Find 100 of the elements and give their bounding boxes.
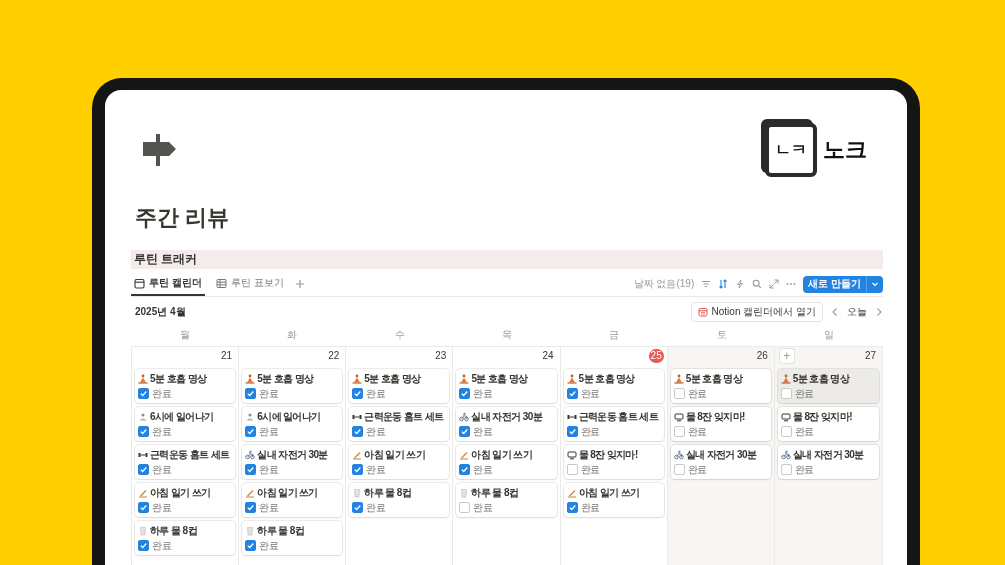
add-view-icon[interactable]: [294, 279, 305, 289]
checkbox[interactable]: [352, 502, 364, 513]
done-label: 완료: [580, 501, 600, 514]
event-card[interactable]: 물 8잔 잊지마! 완료: [563, 445, 664, 479]
done-label: 완료: [152, 425, 171, 438]
event-title: 하루 물 8컵: [150, 524, 197, 537]
checkbox[interactable]: [780, 426, 792, 437]
event-card[interactable]: 5분 호흡 명상 완료: [670, 369, 771, 403]
checkbox[interactable]: [352, 388, 364, 399]
sort-icon[interactable]: [718, 279, 729, 289]
done-label: 완료: [580, 463, 600, 476]
event-card[interactable]: 물 8잔 잊지마! 완료: [777, 407, 879, 441]
event-title: 실내 자전거 30분: [471, 410, 543, 423]
view-tab[interactable]: 루틴 표보기: [212, 272, 287, 296]
event-card[interactable]: 5분 호흡 명상 완료: [563, 369, 664, 403]
cup-icon: [245, 525, 256, 536]
event-card[interactable]: 아침 일기 쓰기 완료: [563, 483, 664, 517]
checkbox[interactable]: [780, 464, 792, 475]
checkbox[interactable]: [138, 388, 149, 399]
event-card[interactable]: 5분 호흡 명상 완료: [456, 369, 557, 403]
open-calendar-button[interactable]: Notion 캘린더에서 열기: [690, 302, 823, 322]
event-card[interactable]: 하루 물 8컵 완료: [456, 483, 557, 517]
cup-icon: [459, 487, 470, 498]
date-number: 23: [434, 349, 448, 363]
event-card[interactable]: 근력운동 홈트 세트 완료: [349, 407, 450, 441]
checkbox[interactable]: [245, 426, 257, 437]
checkbox[interactable]: [566, 426, 578, 437]
event-card[interactable]: 5분 호흡 명상 완료: [242, 369, 343, 403]
expand-icon[interactable]: [769, 279, 780, 289]
done-label: 완료: [259, 463, 279, 476]
search-icon[interactable]: [752, 279, 763, 289]
done-label: 완료: [152, 501, 171, 514]
calendar-icon: [697, 307, 708, 317]
checkbox[interactable]: [138, 426, 149, 437]
event-title: 5분 호흡 명상: [364, 372, 421, 385]
checkbox[interactable]: [566, 502, 578, 513]
event-card[interactable]: 실내 자전거 30분 완료: [670, 445, 771, 479]
weekday-label: 월: [178, 328, 191, 342]
checkbox[interactable]: [566, 388, 578, 399]
next-icon[interactable]: [875, 307, 883, 317]
checkbox[interactable]: [245, 388, 257, 399]
event-card[interactable]: 근력운동 홈트 세트 완료: [563, 407, 664, 441]
event-title: 5분 호흡 명상: [578, 372, 635, 385]
writing-hand-icon: [566, 487, 577, 498]
date-number: 26: [755, 349, 769, 363]
event-card[interactable]: 물 8잔 잊지마! 완료: [670, 407, 771, 441]
done-label: 완료: [152, 463, 171, 476]
event-card[interactable]: 하루 물 8컵 완료: [349, 483, 450, 517]
filter-icon[interactable]: [701, 279, 712, 289]
done-label: 완료: [366, 425, 386, 438]
checkbox[interactable]: [245, 464, 257, 475]
event-card[interactable]: 근력운동 홈트 세트 완료: [135, 445, 236, 479]
checkbox[interactable]: [245, 502, 257, 513]
event-card[interactable]: 하루 물 8컵 완료: [242, 521, 343, 555]
caret-icon: [871, 280, 879, 288]
event-card[interactable]: 하루 물 8컵 완료: [135, 521, 236, 555]
checkbox[interactable]: [459, 464, 471, 475]
checkbox[interactable]: [673, 426, 685, 437]
event-title: 실내 자전거 30분: [685, 448, 757, 461]
checkbox[interactable]: [566, 464, 578, 475]
event-card[interactable]: 5분 호흡 명상 완료: [135, 369, 236, 403]
checkbox[interactable]: [138, 502, 149, 513]
event-title: 하루 물 8컵: [257, 524, 305, 537]
person-icon: [138, 411, 148, 422]
event-card[interactable]: 실내 자전거 30분 완료: [777, 445, 879, 479]
view-tab[interactable]: 루틴 캘린더: [131, 272, 205, 296]
event-card[interactable]: 5분 호흡 명상 완료: [777, 369, 879, 403]
checkbox[interactable]: [352, 426, 364, 437]
checkbox[interactable]: [780, 388, 792, 399]
event-title: 아침 일기 쓰기: [578, 486, 640, 499]
previous-icon[interactable]: [831, 307, 839, 317]
lightning-icon[interactable]: [735, 279, 746, 289]
checkbox[interactable]: [673, 464, 685, 475]
event-card[interactable]: 아침 일기 쓰기 완료: [349, 445, 450, 479]
checkbox[interactable]: [459, 388, 471, 399]
checkbox[interactable]: [459, 502, 471, 513]
event-card[interactable]: 아침 일기 쓰기 완료: [135, 483, 236, 517]
weekday-label: 일: [823, 328, 836, 342]
checkbox[interactable]: [138, 540, 149, 551]
done-label: 완료: [259, 387, 279, 400]
checkbox[interactable]: [245, 540, 257, 551]
event-title: 6시에 일어나기: [150, 410, 214, 423]
checkbox[interactable]: [138, 464, 149, 475]
event-card[interactable]: 6시에 일어나기 완료: [135, 407, 236, 441]
today-button[interactable]: 오늘: [847, 305, 867, 319]
checkbox[interactable]: [352, 464, 364, 475]
done-label: 완료: [687, 387, 707, 400]
done-label: 완료: [259, 539, 279, 552]
event-title: 근력운동 홈트 세트: [364, 410, 444, 423]
event-card[interactable]: 실내 자전거 30분 완료: [242, 445, 343, 479]
meditating-person-icon: [673, 373, 684, 384]
date-number: 27: [863, 349, 877, 363]
event-card[interactable]: 아침 일기 쓰기 완료: [456, 445, 557, 479]
done-label: 완료: [687, 463, 707, 476]
event-card[interactable]: 6시에 일어나기 완료: [242, 407, 343, 441]
event-card[interactable]: 5분 호흡 명상 완료: [349, 369, 450, 403]
checkbox[interactable]: [459, 426, 471, 437]
checkbox[interactable]: [673, 388, 685, 399]
event-card[interactable]: 아침 일기 쓰기 완료: [242, 483, 343, 517]
event-card[interactable]: 실내 자전거 30분 완료: [456, 407, 557, 441]
